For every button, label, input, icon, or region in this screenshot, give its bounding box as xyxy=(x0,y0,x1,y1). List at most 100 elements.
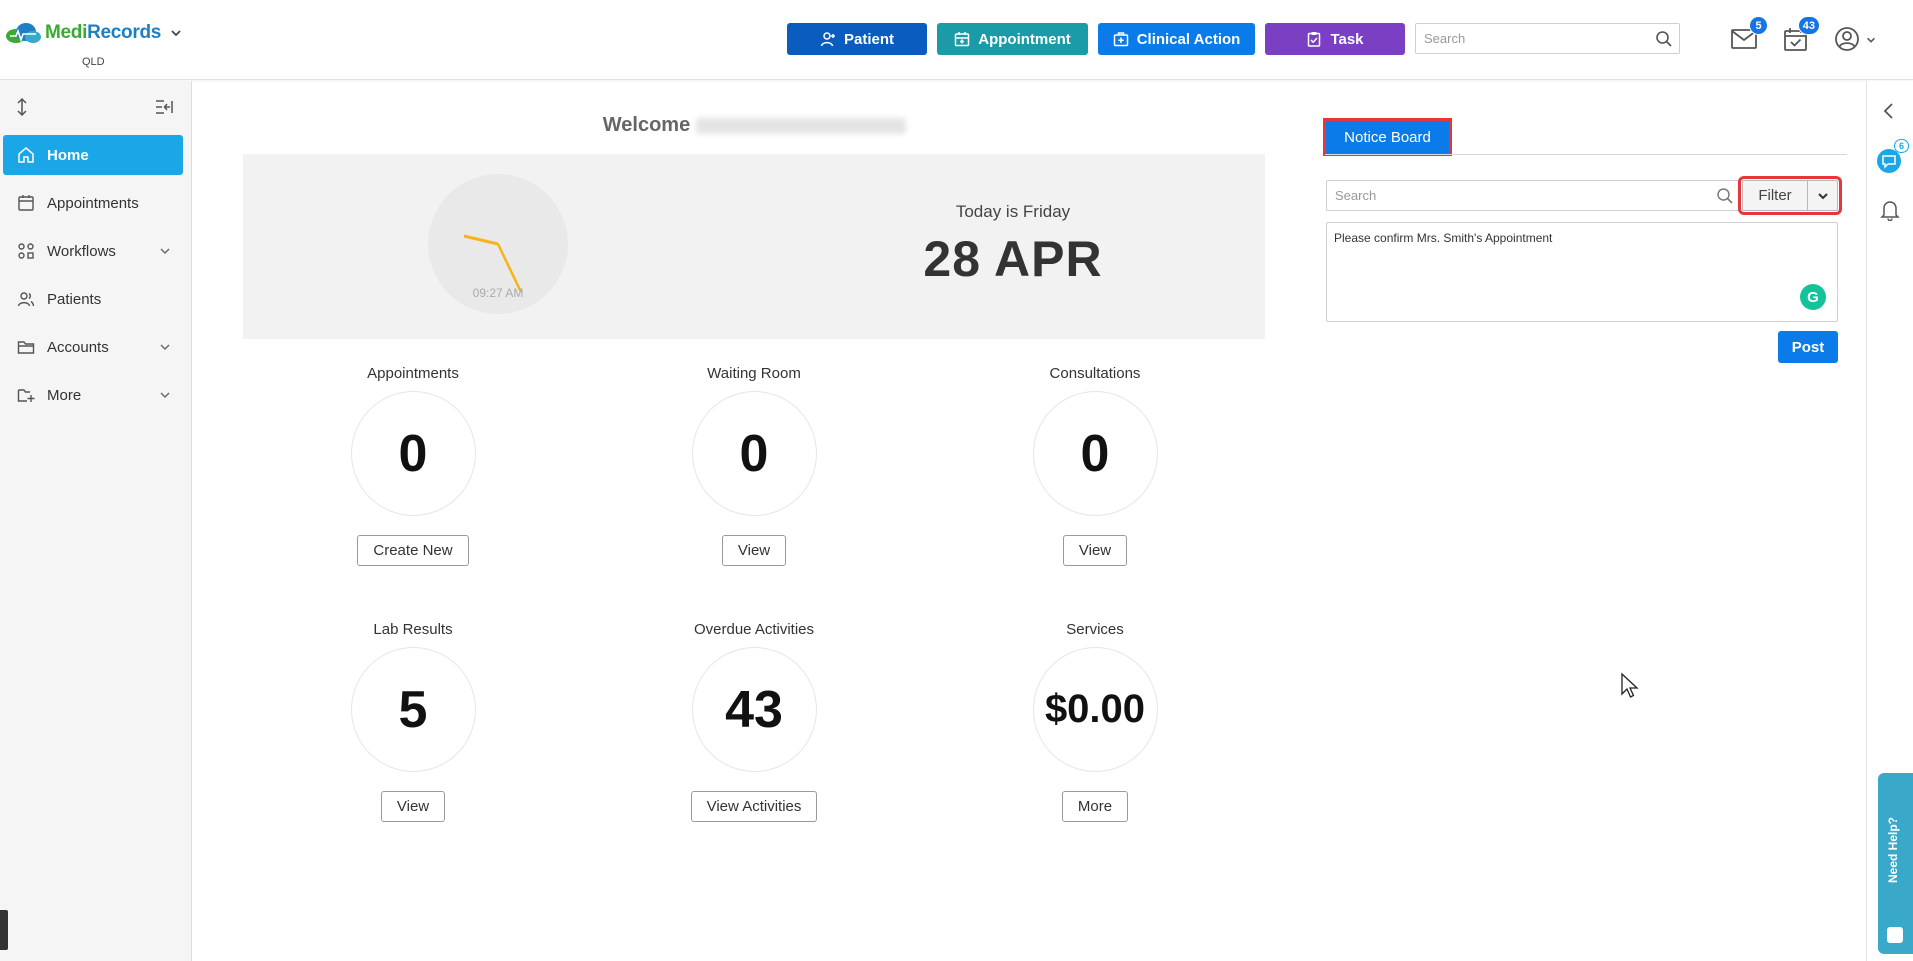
sidebar-item-label: Accounts xyxy=(47,338,109,356)
sidebar-item-appointments[interactable]: Appointments xyxy=(3,183,183,223)
stat-value: 43 xyxy=(691,647,817,772)
workflow-icon xyxy=(18,243,34,259)
sidebar-nav: Home Appointments Workflows Patients Acc… xyxy=(3,135,183,423)
tab-divider xyxy=(1325,154,1847,155)
filter-label: Filter xyxy=(1758,187,1792,204)
global-search-input[interactable] xyxy=(1416,24,1636,53)
need-help-tab[interactable]: Need Help? xyxy=(1878,773,1913,954)
sidebar-item-label: Patients xyxy=(47,290,102,308)
sidebar: Home Appointments Workflows Patients Acc… xyxy=(0,81,192,961)
stat-label: Services xyxy=(1066,621,1124,638)
sidebar-item-home[interactable]: Home xyxy=(3,135,183,175)
notice-search-input[interactable] xyxy=(1327,181,1697,210)
app-logo[interactable]: MediRecords xyxy=(4,22,183,44)
stat-label: Lab Results xyxy=(373,621,453,638)
task-button-label: Task xyxy=(1330,30,1364,48)
folder-plus-icon xyxy=(17,389,35,402)
sidebar-item-label: Workflows xyxy=(47,242,116,260)
clipboard-check-icon xyxy=(1308,32,1321,47)
clinical-action-button-label: Clinical Action xyxy=(1136,30,1241,48)
search-icon[interactable] xyxy=(1716,187,1734,205)
chevron-down-icon xyxy=(1867,37,1875,43)
tasks-badge: 43 xyxy=(1797,16,1820,35)
view-waiting-room-button[interactable]: View xyxy=(721,535,787,566)
sidebar-item-workflows[interactable]: Workflows xyxy=(3,231,183,271)
medical-bag-icon xyxy=(1113,32,1128,47)
resize-vertical-icon[interactable] xyxy=(14,97,30,117)
stat-value: 0 xyxy=(1032,391,1158,516)
stat-waiting-room: Waiting Room 0 View xyxy=(604,365,904,566)
mouse-cursor-icon xyxy=(1621,672,1639,698)
user-menu-button[interactable] xyxy=(1834,26,1878,52)
users-icon xyxy=(17,292,35,307)
post-button[interactable]: Post xyxy=(1778,331,1838,363)
location-label: QLD xyxy=(82,56,105,68)
notice-message-input[interactable]: Please confirm Mrs. Smith's Appointment xyxy=(1326,222,1838,322)
clock-time: 09:27 AM xyxy=(472,286,524,300)
stat-consultations: Consultations 0 View xyxy=(945,365,1245,566)
chat-button[interactable]: 6 xyxy=(1875,139,1909,175)
chevron-down-icon xyxy=(160,344,170,350)
folder-icon xyxy=(17,341,35,354)
tasks-notification-button[interactable]: 43 xyxy=(1782,16,1820,52)
grammarly-icon[interactable]: G xyxy=(1800,284,1826,310)
notice-board-panel: Notice Board Filter Please confirm Mrs. … xyxy=(1315,100,1847,961)
chevron-down-icon[interactable] xyxy=(169,26,183,40)
chevron-down-icon xyxy=(160,248,170,254)
sidebar-item-label: More xyxy=(47,386,82,404)
add-patient-button[interactable]: Patient xyxy=(787,23,927,55)
chat-bubble-icon xyxy=(1887,927,1903,943)
stat-label: Appointments xyxy=(367,365,459,382)
bell-icon[interactable] xyxy=(1880,199,1900,221)
top-header: MediRecords QLD Patient Appointment Clin… xyxy=(0,0,1913,80)
stat-value: $0.00 xyxy=(1032,647,1158,772)
calendar-icon xyxy=(18,195,34,211)
add-appointment-button[interactable]: Appointment xyxy=(937,23,1088,55)
stat-value: 5 xyxy=(350,647,476,772)
appointment-button-label: Appointment xyxy=(978,30,1071,48)
mail-badge: 5 xyxy=(1749,16,1768,35)
dashboard-card: Welcome 09:27 AM Today is Friday 28 APR … xyxy=(213,100,1296,948)
analog-clock: 09:27 AM xyxy=(428,174,568,314)
sidebar-item-label: Appointments xyxy=(47,194,139,212)
patient-button-label: Patient xyxy=(843,30,894,48)
calendar-icon xyxy=(955,32,970,47)
collapse-sidebar-icon[interactable] xyxy=(154,98,174,116)
view-lab-results-button[interactable]: View xyxy=(380,791,446,822)
filter-toggle[interactable] xyxy=(1807,181,1837,210)
redacted-user-name xyxy=(696,117,907,134)
view-activities-button[interactable]: View Activities xyxy=(690,791,818,822)
welcome-text: Welcome xyxy=(602,114,691,136)
sidebar-edge-handle[interactable] xyxy=(0,910,8,950)
sidebar-tools xyxy=(0,95,192,121)
chevron-left-icon[interactable] xyxy=(1881,101,1897,121)
sidebar-item-more[interactable]: More xyxy=(3,375,183,415)
sidebar-item-patients[interactable]: Patients xyxy=(3,279,183,319)
date-banner: 09:27 AM Today is Friday 28 APR xyxy=(243,154,1265,339)
chevron-down-icon xyxy=(160,392,170,398)
view-consultations-button[interactable]: View xyxy=(1062,535,1128,566)
welcome-heading: Welcome xyxy=(213,114,1296,137)
stat-label: Waiting Room xyxy=(707,365,801,382)
create-new-appointment-button[interactable]: Create New xyxy=(357,535,469,566)
today-label: Today is Friday xyxy=(955,202,1071,221)
search-icon[interactable] xyxy=(1655,30,1673,48)
home-icon xyxy=(18,147,34,163)
stat-label: Overdue Activities xyxy=(693,621,815,638)
sidebar-item-accounts[interactable]: Accounts xyxy=(3,327,183,367)
chat-badge: 6 xyxy=(1893,139,1909,153)
stat-label: Consultations xyxy=(1049,365,1141,382)
user-circle-icon xyxy=(1835,27,1859,51)
tab-notice-board[interactable]: Notice Board xyxy=(1323,118,1452,156)
more-services-button[interactable]: More xyxy=(1061,791,1129,822)
notice-search xyxy=(1326,180,1741,211)
chevron-down-icon xyxy=(1817,192,1828,199)
sidebar-item-label: Home xyxy=(47,146,89,164)
need-help-label: Need Help? xyxy=(1886,817,1900,884)
stat-appointments: Appointments 0 Create New xyxy=(263,365,563,566)
add-task-button[interactable]: Task xyxy=(1265,23,1405,55)
filter-dropdown[interactable]: Filter xyxy=(1738,176,1842,215)
mail-button[interactable]: 5 xyxy=(1730,16,1768,52)
cloud-logo-icon xyxy=(6,23,41,43)
clinical-action-button[interactable]: Clinical Action xyxy=(1098,23,1255,55)
